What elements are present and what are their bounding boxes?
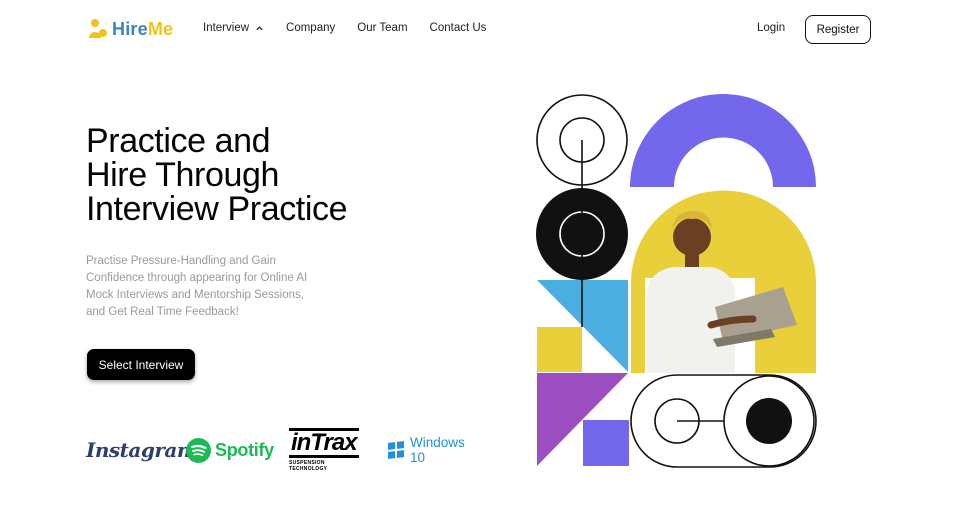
yellow-square-icon [537,327,582,372]
nav-item-our-team[interactable]: Our Team [357,22,407,34]
chevron-up-icon [256,25,263,30]
hero-title: Practice and Hire Through Interview Prac… [86,124,406,226]
windows-icon [388,441,404,459]
spotify-wordmark: Spotify [215,439,274,460]
purple-square-icon [583,420,629,466]
nav-item-contact-us[interactable]: Contact Us [430,22,487,34]
nav-item-interview[interactable]: Interview [203,22,264,34]
intrax-logo: inTrax SUSPENSION TECHNOLOGY [289,428,359,472]
intrax-tagline: SUSPENSION TECHNOLOGY [289,460,328,472]
nav-item-label: Company [286,22,336,34]
nav-item-company[interactable]: Company [286,22,335,34]
instagram-logo: Instagram [86,438,198,462]
spotify-icon [186,437,211,463]
brand-name: HireMe [112,18,174,39]
windows-wordmark: Windows 10 [410,435,465,465]
main-nav: Interview Company Our Team Contact Us [203,22,486,34]
hero-title-line: Practice and [86,122,271,160]
purple-arch-icon [630,94,816,187]
nav-item-label: Contact Us [429,22,487,34]
nav-item-label: Interview [203,22,250,34]
intrax-wordmark: inTrax [289,428,359,458]
login-link[interactable]: Login [757,22,785,34]
windows-logo: Windows 10 [388,432,465,468]
select-interview-button[interactable]: Select Interview [87,349,195,380]
nav-item-label: Our Team [357,22,408,34]
pill-toggle-icon [630,374,817,468]
brand-logo[interactable]: HireMe [88,18,173,40]
person-pin-icon [89,19,107,38]
spotify-logo: Spotify [186,432,274,468]
register-button[interactable]: Register [805,15,871,44]
hero-title-line: Interview Practice [86,190,348,228]
hero-title-line: Hire Through [86,156,280,194]
hero-subtitle: Practise Pressure-Handling and Gain Conf… [86,255,308,318]
hero-illustration [536,94,817,468]
